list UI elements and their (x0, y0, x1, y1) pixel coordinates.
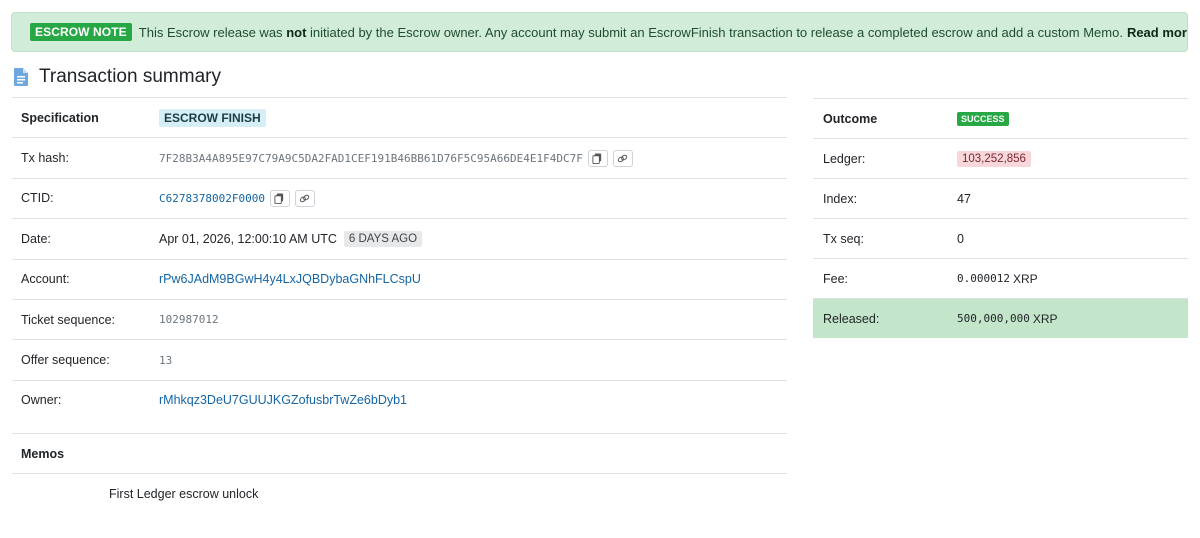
page-header: Transaction summary (14, 64, 221, 90)
document-icon (14, 68, 28, 86)
memos-heading: Memos (12, 433, 787, 474)
outcome-table: Outcome SUCCESS Ledger: 103,252,856 Inde… (813, 98, 1188, 338)
date-relative-badge: 6 DAYS AGO (343, 230, 423, 247)
page-title: Transaction summary (39, 66, 221, 87)
released-row: Released: 500,000,000 XRP (813, 298, 1188, 338)
account-link[interactable]: rPw6JAdM9BGwH4y4LxJQBDybaGNhFLCspU (159, 272, 421, 286)
tx-seq-row: Tx seq: 0 (813, 218, 1188, 258)
permalink-ctid-button[interactable] (294, 189, 315, 207)
tx-hash-value: 7F28B3A4A895E97C79A9C5DA2FAD1CEF191B46BB… (159, 151, 583, 165)
memo-text: First Ledger escrow unlock (109, 487, 259, 501)
offer-sequence-value: 13 (159, 353, 173, 367)
ctid-label: CTID: (21, 191, 54, 206)
copy-icon (274, 193, 284, 204)
date-row: Date: Apr 01, 2026, 12:00:10 AM UTC 6 DA… (12, 218, 787, 258)
link-icon (618, 154, 628, 162)
specification-row: Specification ESCROW FINISH (12, 97, 787, 137)
specification-label: Specification (21, 110, 99, 125)
notice-text-before: This Escrow release was (138, 24, 283, 40)
ledger-badge[interactable]: 103,252,856 (957, 150, 1031, 167)
owner-label: Owner: (21, 393, 62, 408)
success-badge: SUCCESS (957, 111, 1009, 126)
memos-section: Memos First Ledger escrow unlock (12, 433, 787, 501)
owner-row: Owner: rMhkqz3DeU7GUUJKGZofusbrTwZe6bDyb… (12, 379, 787, 420)
owner-link[interactable]: rMhkqz3DeU7GUUJKGZofusbrTwZe6bDyb1 (159, 393, 407, 407)
copy-ctid-button[interactable] (269, 189, 290, 207)
ledger-row: Ledger: 103,252,856 (813, 138, 1188, 178)
account-label: Account: (21, 272, 70, 287)
tx-hash-label: Tx hash: (21, 151, 69, 166)
account-row: Account: rPw6JAdM9BGwH4y4LxJQBDybaGNhFLC… (12, 258, 787, 299)
date-label: Date: (21, 231, 51, 246)
offer-sequence-label: Offer sequence: (21, 353, 110, 368)
index-label: Index: (823, 191, 858, 206)
ticket-sequence-value: 102987012 (159, 313, 219, 327)
fee-value: 0.000012 (957, 272, 1010, 285)
index-value: 47 (957, 191, 971, 206)
released-value: 500,000,000 (957, 312, 1030, 325)
released-unit: XRP (1032, 311, 1058, 326)
ctid-link[interactable]: C6278378002F0000 (159, 192, 265, 205)
tx-hash-row: Tx hash: 7F28B3A4A895E97C79A9C5DA2FAD1CE… (12, 137, 787, 177)
fee-unit: XRP (1012, 271, 1038, 286)
copy-tx-hash-button[interactable] (587, 149, 608, 167)
transaction-details-table: Specification ESCROW FINISH Tx hash: 7F2… (12, 97, 787, 420)
released-label: Released: (823, 311, 880, 326)
escrow-notice-banner: ESCROW NOTE This Escrow release was not … (11, 12, 1188, 52)
notice-text-after: initiated by the Escrow owner. Any accou… (310, 24, 1123, 40)
permalink-tx-hash-button[interactable] (612, 149, 633, 167)
index-row: Index: 47 (813, 178, 1188, 218)
tx-seq-label: Tx seq: (823, 231, 864, 246)
tx-seq-value: 0 (957, 231, 964, 246)
ledger-label: Ledger: (823, 151, 866, 166)
outcome-row: Outcome SUCCESS (813, 98, 1188, 138)
fee-row: Fee: 0.000012 XRP (813, 258, 1188, 298)
ticket-sequence-label: Ticket sequence: (21, 312, 116, 327)
date-value: Apr 01, 2026, 12:00:10 AM UTC (159, 231, 337, 246)
fee-label: Fee: (823, 271, 849, 286)
escrow-note-badge: ESCROW NOTE (30, 23, 132, 41)
outcome-label: Outcome (823, 111, 878, 126)
specification-badge: ESCROW FINISH (159, 108, 266, 127)
offer-sequence-row: Offer sequence: 13 (12, 339, 787, 379)
link-icon (300, 194, 310, 203)
ctid-row: CTID: C6278378002F0000 (12, 177, 787, 218)
read-more-link[interactable]: Read more → (1127, 25, 1187, 40)
copy-icon (592, 153, 602, 164)
notice-text-bold: not (286, 24, 307, 40)
ticket-sequence-row: Ticket sequence: 102987012 (12, 298, 787, 339)
